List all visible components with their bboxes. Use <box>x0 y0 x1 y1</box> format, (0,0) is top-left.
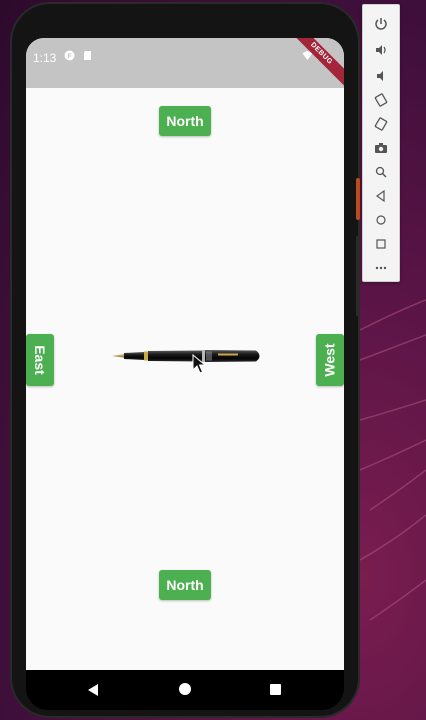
east-button-label: East <box>32 345 49 375</box>
volume-down-icon[interactable] <box>372 67 390 85</box>
back-icon[interactable] <box>372 187 390 205</box>
power-icon[interactable] <box>372 15 390 33</box>
rotate-right-icon[interactable] <box>372 115 390 133</box>
west-button-label: West <box>322 343 339 377</box>
overview-icon[interactable] <box>372 235 390 253</box>
debug-banner: DEBUG <box>284 38 344 91</box>
app-notification-icon: F <box>64 50 75 61</box>
status-bar: 1:13 F DEBUG <box>26 38 344 91</box>
phone-screen: 1:13 F DEBUG North East West North <box>26 38 344 670</box>
home-icon[interactable] <box>179 683 191 695</box>
east-button[interactable]: East <box>26 334 54 386</box>
volume-up-icon[interactable] <box>372 41 390 59</box>
power-key[interactable] <box>356 178 360 220</box>
north-bottom-button[interactable]: North <box>159 570 211 600</box>
volume-key[interactable] <box>356 236 359 316</box>
fountain-pen-image[interactable] <box>110 344 264 368</box>
mouse-cursor-icon <box>192 354 206 374</box>
north-top-button[interactable]: North <box>159 106 211 136</box>
more-icon[interactable] <box>372 259 390 277</box>
home-icon[interactable] <box>372 211 390 229</box>
app-content: North East West North <box>26 88 344 670</box>
zoom-icon[interactable] <box>372 163 390 181</box>
rotate-left-icon[interactable] <box>372 91 390 109</box>
emulator-toolbar <box>362 4 400 282</box>
svg-text:F: F <box>67 54 72 61</box>
android-nav-bar <box>26 670 344 710</box>
status-time: 1:13 <box>33 51 57 65</box>
west-button[interactable]: West <box>316 334 344 386</box>
sd-card-icon <box>84 51 91 60</box>
back-icon[interactable] <box>86 683 100 697</box>
recents-icon[interactable] <box>270 684 281 695</box>
camera-icon[interactable] <box>372 139 390 157</box>
